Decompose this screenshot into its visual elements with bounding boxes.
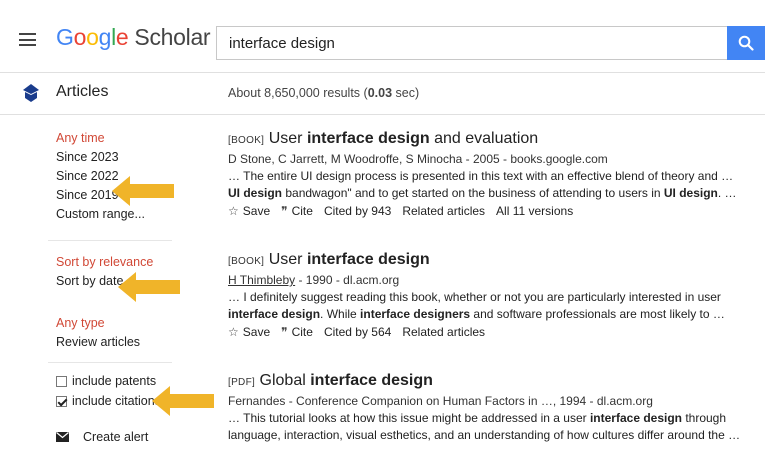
result-type-tag: [BOOK] <box>228 256 265 267</box>
filter-review-articles[interactable]: Review articles <box>56 333 140 352</box>
search-icon <box>738 35 754 51</box>
result-snippet: UI design bandwagon" and to get started … <box>228 186 737 200</box>
cited-by-link[interactable]: Cited by 943 <box>324 202 391 220</box>
filter-any-time[interactable]: Any time <box>56 129 145 148</box>
search-result: [BOOK] User interface design and evaluat… <box>228 129 763 220</box>
result-snippet: … This tutorial looks at how this issue … <box>228 411 727 425</box>
result-type-tag: [BOOK] <box>228 135 265 146</box>
save-button[interactable]: ☆ Save <box>228 202 270 220</box>
cite-button[interactable]: ❞ Cite <box>281 202 313 220</box>
divider <box>48 240 172 241</box>
save-button[interactable]: ☆ Save <box>228 323 270 341</box>
menu-icon[interactable] <box>19 33 36 46</box>
include-patents-checkbox[interactable] <box>56 375 67 387</box>
results-header: Articles About 8,650,000 results (0.03 s… <box>0 73 765 115</box>
envelope-icon <box>56 432 69 442</box>
result-meta: Fernandes - Conference Companion on Huma… <box>228 394 653 408</box>
result-snippet: … The entire UI design process is presen… <box>228 169 734 183</box>
result-actions: ☆ Save ❞ Cite Cited by 943 Related article… <box>228 202 763 220</box>
results-stats: About 8,650,000 results (0.03 sec) <box>228 86 420 100</box>
all-versions-link[interactable]: All 11 versions <box>496 202 573 220</box>
result-meta: H Thimbleby - 1990 - dl.acm.org <box>228 273 400 287</box>
type-filters: Any type Review articles <box>56 314 140 352</box>
cited-by-link[interactable]: Cited by 564 <box>324 323 391 341</box>
filter-since-2023[interactable]: Since 2023 <box>56 148 145 167</box>
include-citations-option[interactable]: include citations <box>56 394 161 408</box>
highlight-arrow <box>112 176 174 206</box>
author-link[interactable]: H Thimbleby <box>228 273 295 287</box>
google-scholar-logo[interactable]: Google Scholar <box>56 24 211 51</box>
search-result: [PDF] Global interface design Fernandes … <box>228 371 763 444</box>
cite-button[interactable]: ❞ Cite <box>281 323 313 341</box>
related-articles-link[interactable]: Related articles <box>402 202 485 220</box>
articles-label: Articles <box>56 83 109 100</box>
result-title-link[interactable]: User interface design <box>269 251 430 268</box>
result-title-link[interactable]: User interface design and evaluation <box>269 130 538 147</box>
include-citations-checkbox[interactable] <box>56 395 67 407</box>
include-patents-option[interactable]: include patents <box>56 374 156 388</box>
related-articles-link[interactable]: Related articles <box>402 323 485 341</box>
result-title: [BOOK] User interface design and evaluat… <box>228 129 763 151</box>
result-snippet: … I definitely suggest reading this book… <box>228 290 721 304</box>
create-alert-link[interactable]: Create alert <box>56 430 148 444</box>
result-title-link[interactable]: Global interface design <box>260 372 433 389</box>
result-title: [BOOK] User interface design <box>228 250 763 272</box>
articles-icon <box>23 84 39 102</box>
result-actions: ☆ Save ❞ Cite Cited by 564 Related article… <box>228 323 763 341</box>
highlight-arrow <box>152 386 214 416</box>
divider <box>48 362 172 363</box>
highlight-arrow <box>118 272 180 302</box>
filter-any-type[interactable]: Any type <box>56 314 140 333</box>
star-icon: ☆ <box>228 325 239 339</box>
search-input[interactable] <box>216 26 727 60</box>
result-snippet: interface design. While interface design… <box>228 307 725 321</box>
top-bar: Google Scholar <box>0 0 765 73</box>
result-meta: D Stone, C Jarrett, M Woodroffe, S Minoc… <box>228 152 608 166</box>
result-title: [PDF] Global interface design <box>228 371 763 393</box>
quote-icon: ❞ <box>281 325 288 339</box>
star-icon: ☆ <box>228 204 239 218</box>
search-result: [BOOK] User interface design H Thimbleby… <box>228 250 763 341</box>
result-type-tag: [PDF] <box>228 377 256 388</box>
search-button[interactable] <box>727 26 765 60</box>
quote-icon: ❞ <box>281 204 288 218</box>
result-snippet: language, interaction, visual esthetics,… <box>228 428 741 442</box>
